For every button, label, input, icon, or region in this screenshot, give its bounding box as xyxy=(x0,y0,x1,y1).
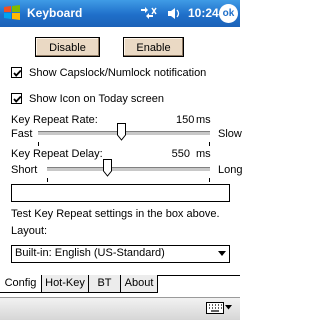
repeat-delay-slider[interactable] xyxy=(47,167,210,172)
slider-tick xyxy=(47,178,48,182)
ok-button[interactable]: ok xyxy=(219,4,238,23)
clock[interactable]: 10:24 xyxy=(188,6,219,20)
short-label: Short xyxy=(11,164,38,176)
repeat-delay-value: 550 xyxy=(171,148,190,160)
layout-selected-value: Built-in: English (US-Standard) xyxy=(15,247,165,259)
chevron-down-icon[interactable] xyxy=(218,251,226,257)
keyboard-icon[interactable] xyxy=(206,302,224,314)
windows-logo-icon[interactable] xyxy=(3,4,21,22)
tab-config[interactable]: Config xyxy=(0,275,42,293)
repeat-rate-unit: ms xyxy=(196,114,211,126)
capslock-notification-checkbox[interactable] xyxy=(11,67,22,78)
repeat-rate-slider-thumb[interactable] xyxy=(117,123,126,141)
input-menu-arrow-icon[interactable] xyxy=(225,305,232,310)
window-title: Keyboard xyxy=(27,6,83,20)
today-icon-label[interactable]: Show Icon on Today screen xyxy=(29,93,164,105)
repeat-rate-value: 150 xyxy=(176,114,195,126)
tab-bt[interactable]: BT xyxy=(88,275,121,293)
slow-label: Slow xyxy=(218,128,242,140)
checkmark-icon xyxy=(13,69,22,77)
disable-button[interactable]: Disable xyxy=(35,37,100,57)
test-hint-text: Test Key Repeat settings in the box abov… xyxy=(11,208,220,220)
repeat-delay-slider-thumb[interactable] xyxy=(103,159,112,177)
long-label: Long xyxy=(218,164,243,176)
menu-bar xyxy=(0,297,240,320)
key-repeat-test-input[interactable] xyxy=(11,184,230,202)
capslock-notification-label[interactable]: Show Capslock/Numlock notification xyxy=(29,67,206,79)
repeat-delay-unit: ms xyxy=(196,148,211,160)
connectivity-icon[interactable] xyxy=(138,5,190,22)
slider-tick xyxy=(209,178,210,182)
repeat-delay-label: Key Repeat Delay: xyxy=(11,148,103,160)
fast-label: Fast xyxy=(11,128,33,140)
tab-hot-key[interactable]: Hot-Key xyxy=(41,275,89,293)
repeat-rate-label: Key Repeat Rate: xyxy=(11,114,98,126)
tab-about[interactable]: About xyxy=(120,275,158,293)
today-icon-checkbox[interactable] xyxy=(11,93,22,104)
title-bar: Keyboard 10:24 ok xyxy=(0,0,240,27)
slider-tick xyxy=(209,142,210,146)
slider-tick xyxy=(38,142,39,146)
layout-dropdown[interactable]: Built-in: English (US-Standard) xyxy=(11,245,230,263)
enable-button[interactable]: Enable xyxy=(123,37,184,57)
speaker-icon[interactable] xyxy=(168,8,180,19)
checkmark-icon xyxy=(13,95,22,103)
layout-label: Layout: xyxy=(11,225,48,237)
